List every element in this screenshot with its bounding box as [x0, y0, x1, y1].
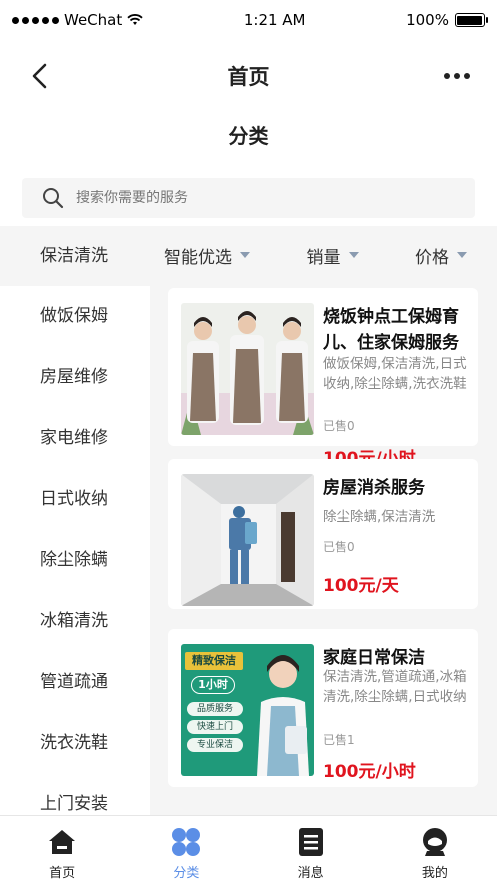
product-image: 精致保洁 1小时 品质服务 快速上门 专业保洁 — [181, 644, 314, 776]
filter-smart[interactable]: 智能优选 — [164, 243, 250, 268]
clock: 1:21 AM — [243, 11, 306, 29]
profile-icon — [419, 826, 451, 858]
product-tags: 保洁清洗,管道疏通,冰箱清洗,除尘除螨,日式收纳 — [323, 669, 467, 705]
filter-bar: 智能优选 销量 价格 — [150, 226, 497, 284]
nav-bar: 首页 — [0, 48, 497, 104]
sidebar-item[interactable]: 除尘除螨 — [0, 530, 150, 591]
wifi-icon — [127, 14, 143, 25]
product-sold: 已售1 — [323, 733, 355, 747]
page-title: 首页 — [227, 65, 270, 89]
product-card[interactable]: 房屋消杀服务 除尘除螨,保洁清洗 已售0 100元/天 — [168, 459, 478, 609]
filter-price[interactable]: 价格 — [415, 243, 467, 268]
signal-icon — [12, 16, 59, 24]
sidebar-item[interactable]: 做饭保姆 — [0, 286, 150, 347]
sidebar-item[interactable]: 管道疏通 — [0, 652, 150, 713]
category-sidebar: 保洁清洗 做饭保姆 房屋维修 家电维修 日式收纳 除尘除螨 冰箱清洗 管道疏通 … — [0, 226, 150, 816]
caret-down-icon — [240, 252, 250, 258]
back-button[interactable] — [24, 60, 56, 92]
sidebar-list: 做饭保姆 房屋维修 家电维修 日式收纳 除尘除螨 冰箱清洗 管道疏通 洗衣洗鞋 … — [0, 286, 150, 816]
sidebar-item-label: 上门安装 — [40, 794, 108, 814]
more-dot — [454, 73, 460, 79]
sidebar-item[interactable]: 房屋维修 — [0, 347, 150, 408]
product-title: 烧饭钟点工保姆育儿、住家保姆服务 — [323, 307, 459, 353]
product-price: 100元/小时 — [323, 762, 416, 782]
banner-badge: 品质服务 — [187, 702, 243, 716]
sidebar-item[interactable]: 洗衣洗鞋 — [0, 713, 150, 774]
filter-label: 价格 — [415, 247, 449, 268]
sidebar-item-label: 保洁清洗 — [40, 246, 108, 266]
product-price: 100元/天 — [323, 576, 399, 596]
banner-title: 精致保洁 — [185, 652, 243, 670]
status-bar: WeChat 1:21 AM 100% — [0, 0, 497, 40]
sidebar-item[interactable]: 冰箱清洗 — [0, 591, 150, 652]
product-list: 烧饭钟点工保姆育儿、住家保姆服务 做饭保姆,保洁清洗,日式收纳,除尘除螨,洗衣洗… — [150, 284, 497, 816]
filter-sales[interactable]: 销量 — [307, 243, 359, 268]
product-sold: 已售0 — [323, 419, 355, 433]
sidebar-item-label: 房屋维修 — [40, 367, 108, 387]
tab-bar: 首页 分类 消息 我的 — [0, 815, 497, 883]
tab-label: 消息 — [297, 866, 324, 881]
chevron-left-icon — [32, 63, 47, 89]
product-image — [181, 474, 314, 606]
carrier-label: WeChat — [64, 11, 123, 29]
battery-percent: 100% — [406, 11, 449, 29]
caret-down-icon — [457, 252, 467, 258]
sidebar-item-label: 洗衣洗鞋 — [40, 733, 108, 753]
section-title: 分类 — [228, 124, 269, 148]
filter-label: 智能优选 — [164, 247, 232, 268]
product-image — [181, 303, 314, 435]
sidebar-item-label: 做饭保姆 — [40, 306, 108, 326]
battery-group: 100% — [406, 11, 488, 29]
sidebar-item-label: 除尘除螨 — [40, 550, 108, 570]
product-tags: 做饭保姆,保洁清洗,日式收纳,除尘除螨,洗衣洗鞋 — [323, 356, 467, 392]
search-input[interactable] — [76, 190, 436, 206]
tab-category[interactable]: 分类 — [124, 816, 248, 883]
tab-label: 分类 — [173, 866, 200, 881]
caret-down-icon — [348, 252, 359, 258]
banner-duration: 1小时 — [191, 676, 235, 694]
message-icon — [295, 826, 327, 858]
search-bar[interactable] — [22, 178, 475, 218]
tab-home[interactable]: 首页 — [0, 816, 124, 883]
more-dot — [464, 73, 470, 79]
category-icon — [170, 826, 202, 858]
sidebar-item-label: 管道疏通 — [40, 672, 108, 692]
more-button[interactable] — [443, 62, 471, 90]
battery-icon — [454, 13, 488, 27]
sidebar-item-label: 家电维修 — [40, 428, 108, 448]
carrier-group: WeChat — [12, 11, 143, 29]
product-tags: 除尘除螨,保洁清洗 — [323, 509, 436, 525]
home-icon — [46, 826, 78, 858]
tab-message[interactable]: 消息 — [249, 816, 373, 883]
sidebar-item-label: 日式收纳 — [40, 489, 108, 509]
product-card[interactable]: 烧饭钟点工保姆育儿、住家保姆服务 做饭保姆,保洁清洗,日式收纳,除尘除螨,洗衣洗… — [168, 288, 478, 469]
search-icon — [43, 188, 64, 209]
sidebar-item-label: 冰箱清洗 — [40, 611, 108, 631]
person-illustration — [257, 655, 309, 776]
tab-label: 我的 — [421, 866, 448, 881]
filter-label: 销量 — [306, 247, 341, 268]
banner-badge: 快速上门 — [187, 720, 243, 734]
tab-profile[interactable]: 我的 — [373, 816, 497, 883]
more-dot — [444, 73, 450, 79]
sidebar-item[interactable]: 上门安装 — [0, 774, 150, 816]
product-card[interactable]: 精致保洁 1小时 品质服务 快速上门 专业保洁 家庭日常保洁 保洁清洗,管道疏通… — [168, 629, 478, 787]
banner-badge: 专业保洁 — [187, 738, 243, 752]
sidebar-item[interactable]: 日式收纳 — [0, 469, 150, 530]
product-sold: 已售0 — [323, 540, 355, 554]
sidebar-item[interactable]: 家电维修 — [0, 408, 150, 469]
tab-label: 首页 — [49, 866, 76, 881]
sidebar-item-active[interactable]: 保洁清洗 — [0, 226, 150, 287]
product-title: 房屋消杀服务 — [323, 478, 425, 498]
